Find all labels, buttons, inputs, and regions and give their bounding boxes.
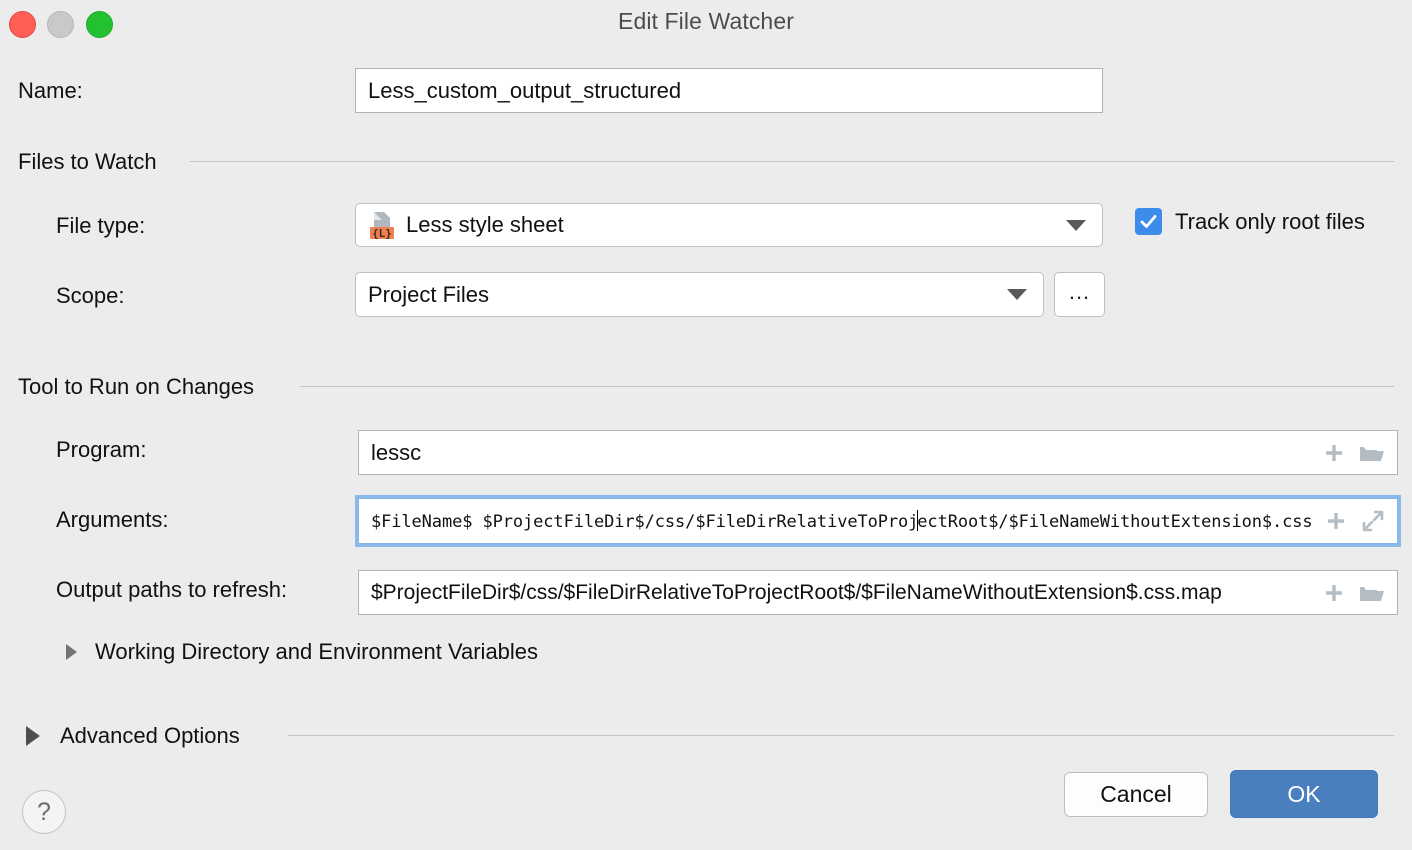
program-input[interactable]: lessc xyxy=(358,430,1398,475)
chevron-right-icon xyxy=(66,644,77,660)
advanced-options-disclosure[interactable]: Advanced Options xyxy=(26,723,240,749)
file-type-combo[interactable]: {L} Less style sheet xyxy=(355,203,1103,247)
insert-macro-plus-icon xyxy=(1323,442,1345,464)
check-icon xyxy=(1138,211,1159,232)
working-directory-disclosure[interactable]: Working Directory and Environment Variab… xyxy=(66,639,538,665)
file-type-label: File type: xyxy=(56,213,145,239)
browse-folder-icon xyxy=(1359,442,1385,464)
scope-label: Scope: xyxy=(56,283,125,309)
insert-macro-plus-icon xyxy=(1323,582,1345,604)
arguments-input[interactable]: $FileName$ $ProjectFileDir$/css/$FileDir… xyxy=(358,498,1398,544)
advanced-options-label: Advanced Options xyxy=(60,723,240,749)
arguments-input-value: $FileName$ $ProjectFileDir$/css/$FileDir… xyxy=(359,510,1319,532)
insert-macro-plus-icon xyxy=(1325,510,1347,532)
arguments-field-icons xyxy=(1319,509,1397,533)
scope-browse-button[interactable]: ... xyxy=(1054,272,1105,317)
browse-folder-icon xyxy=(1359,582,1385,604)
chevron-down-icon xyxy=(1007,289,1027,300)
output-paths-label: Output paths to refresh: xyxy=(56,577,287,603)
title-bar: Edit File Watcher xyxy=(0,0,1412,48)
program-input-value: lessc xyxy=(359,440,1317,466)
name-input[interactable]: Less_custom_output_structured xyxy=(355,68,1103,113)
window-title: Edit File Watcher xyxy=(0,8,1412,35)
arguments-value-before-caret: $FileName$ $ProjectFileDir$/css/$FileDir… xyxy=(371,512,918,532)
name-label: Name: xyxy=(18,78,83,104)
track-only-root-files-label: Track only root files xyxy=(1175,209,1365,235)
scope-value: Project Files xyxy=(368,282,1007,308)
track-only-root-files-checkbox[interactable] xyxy=(1135,208,1162,235)
help-button[interactable]: ? xyxy=(22,790,66,834)
svg-text:{L}: {L} xyxy=(372,227,392,240)
tool-to-run-section-title: Tool to Run on Changes xyxy=(18,374,254,400)
arguments-label: Arguments: xyxy=(56,507,169,533)
output-paths-input[interactable]: $ProjectFileDir$/css/$FileDirRelativeToP… xyxy=(358,570,1398,615)
working-directory-label: Working Directory and Environment Variab… xyxy=(95,639,538,665)
program-label: Program: xyxy=(56,437,146,463)
chevron-right-icon xyxy=(26,726,40,746)
expand-editor-icon xyxy=(1361,509,1385,533)
files-to-watch-divider xyxy=(190,161,1394,162)
output-paths-input-value: $ProjectFileDir$/css/$FileDirRelativeToP… xyxy=(359,581,1317,605)
scope-combo[interactable]: Project Files xyxy=(355,272,1044,317)
output-paths-field-icons xyxy=(1317,582,1397,604)
track-only-root-files-checkbox-row[interactable]: Track only root files xyxy=(1135,208,1365,235)
file-type-value: Less style sheet xyxy=(406,212,1066,238)
ok-button[interactable]: OK xyxy=(1230,770,1378,818)
arguments-value-after-caret: ectRoot$/$FileNameWithoutExtension$.css xyxy=(917,512,1312,532)
tool-to-run-divider xyxy=(300,386,1394,387)
cancel-button[interactable]: Cancel xyxy=(1064,772,1208,817)
chevron-down-icon xyxy=(1066,220,1086,231)
less-file-icon: {L} xyxy=(368,210,396,240)
program-field-icons xyxy=(1317,442,1397,464)
advanced-options-divider xyxy=(288,735,1394,736)
files-to-watch-section-title: Files to Watch xyxy=(18,149,157,175)
name-input-value: Less_custom_output_structured xyxy=(356,78,1102,104)
